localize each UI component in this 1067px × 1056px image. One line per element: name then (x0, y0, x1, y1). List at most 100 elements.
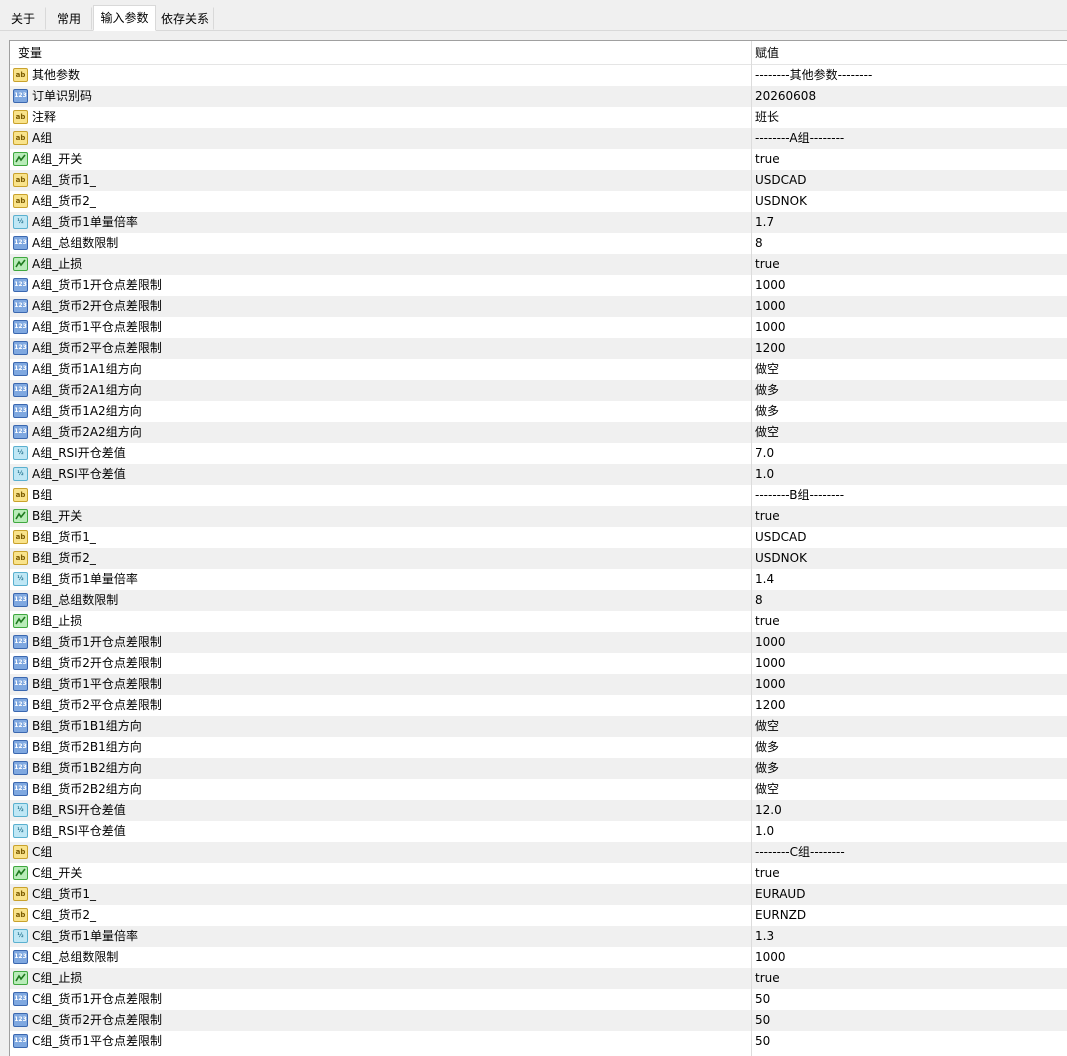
parameter-value[interactable]: USDCAD (755, 527, 806, 548)
parameter-value[interactable]: 1000 (755, 653, 786, 674)
tab-common[interactable]: 常用 (46, 7, 92, 30)
parameter-value[interactable]: 20260608 (755, 86, 816, 107)
parameter-row[interactable]: 123 A组_货币1开仓点差限制 1000 (10, 275, 1067, 296)
parameter-value[interactable]: 做多 (755, 758, 779, 779)
parameter-row[interactable]: 123 B组_货币2B1组方向 做多 (10, 737, 1067, 758)
parameter-row[interactable]: ab C组_货币1_ EURAUD (10, 884, 1067, 905)
parameter-value[interactable]: 1.4 (755, 569, 774, 590)
parameter-row[interactable]: 123 B组_货币1平仓点差限制 1000 (10, 674, 1067, 695)
parameter-row[interactable]: ½ A组_RSI开仓差值 7.0 (10, 443, 1067, 464)
parameter-value[interactable]: 1000 (755, 947, 786, 968)
parameter-row[interactable]: 123 B组_货币2B2组方向 做空 (10, 779, 1067, 800)
parameter-value[interactable]: true (755, 968, 780, 989)
parameter-value[interactable]: --------B组-------- (755, 485, 844, 506)
parameter-value[interactable]: 1000 (755, 275, 786, 296)
parameter-value[interactable]: 做空 (755, 359, 779, 380)
parameter-value[interactable]: 8 (755, 590, 763, 611)
parameter-row[interactable]: ab A组_货币1_ USDCAD (10, 170, 1067, 191)
parameter-row[interactable]: 123 A组_货币2A2组方向 做空 (10, 422, 1067, 443)
parameter-row[interactable]: C组_止损 true (10, 968, 1067, 989)
parameter-value[interactable]: 8 (755, 233, 763, 254)
parameter-value[interactable]: 1.0 (755, 821, 774, 842)
parameter-row[interactable]: ab B组_货币2_ USDNOK (10, 548, 1067, 569)
parameter-value[interactable]: 1000 (755, 296, 786, 317)
parameter-row[interactable]: ½ B组_货币1单量倍率 1.4 (10, 569, 1067, 590)
parameter-row[interactable]: 123 A组_货币2开仓点差限制 1000 (10, 296, 1067, 317)
parameter-row[interactable]: 123 A组_货币1A1组方向 做空 (10, 359, 1067, 380)
parameter-value[interactable]: 班长 (755, 107, 779, 128)
parameter-value[interactable]: 12.0 (755, 800, 782, 821)
parameter-value[interactable]: 1000 (755, 317, 786, 338)
parameter-value[interactable]: 1.0 (755, 464, 774, 485)
parameter-row[interactable]: 123 C组_总组数限制 1000 (10, 947, 1067, 968)
parameter-value[interactable]: USDNOK (755, 191, 807, 212)
parameter-row[interactable]: 123 B组_货币2开仓点差限制 1000 (10, 653, 1067, 674)
tab-inputs[interactable]: 输入参数 (93, 5, 156, 31)
parameter-value[interactable]: 1200 (755, 338, 786, 359)
parameter-row[interactable]: ab 注释 班长 (10, 107, 1067, 128)
parameter-value[interactable]: 1200 (755, 695, 786, 716)
parameter-row[interactable]: ab A组 --------A组-------- (10, 128, 1067, 149)
parameter-row[interactable]: ab B组 --------B组-------- (10, 485, 1067, 506)
parameter-value[interactable]: 50 (755, 1010, 770, 1031)
parameter-value[interactable]: 做空 (755, 422, 779, 443)
parameter-row[interactable]: 123 C组_货币1平仓点差限制 50 (10, 1031, 1067, 1052)
parameter-value[interactable]: EURAUD (755, 884, 805, 905)
parameter-row[interactable]: 123 A组_货币2平仓点差限制 1200 (10, 338, 1067, 359)
parameter-row[interactable]: ½ B组_RSI平仓差值 1.0 (10, 821, 1067, 842)
parameter-row[interactable]: ab A组_货币2_ USDNOK (10, 191, 1067, 212)
parameter-value[interactable]: 做多 (755, 401, 779, 422)
parameter-row[interactable]: 123 A组_货币2A1组方向 做多 (10, 380, 1067, 401)
parameter-value[interactable]: 1.7 (755, 212, 774, 233)
parameter-row[interactable]: 123 B组_货币1B2组方向 做多 (10, 758, 1067, 779)
parameter-value[interactable]: true (755, 863, 780, 884)
parameter-row[interactable]: 123 A组_货币1平仓点差限制 1000 (10, 317, 1067, 338)
parameter-value[interactable]: 1000 (755, 674, 786, 695)
column-header-value[interactable]: 赋值 (755, 41, 779, 65)
column-header-variable[interactable]: 变量 (18, 41, 42, 65)
tab-about[interactable]: 关于 (0, 7, 46, 30)
parameter-value[interactable]: true (755, 611, 780, 632)
parameter-value[interactable]: EURNZD (755, 905, 806, 926)
parameter-value[interactable]: USDNOK (755, 548, 807, 569)
parameter-value[interactable]: --------A组-------- (755, 128, 844, 149)
parameter-value[interactable]: USDCAD (755, 170, 806, 191)
column-divider[interactable] (751, 41, 752, 1056)
parameter-value[interactable]: --------其他参数-------- (755, 65, 872, 86)
parameter-value[interactable]: true (755, 149, 780, 170)
parameter-value[interactable]: 50 (755, 1031, 770, 1052)
parameter-row[interactable]: ab C组_货币2_ EURNZD (10, 905, 1067, 926)
parameter-value[interactable]: --------C组-------- (755, 842, 845, 863)
parameter-row[interactable]: 123 A组_总组数限制 8 (10, 233, 1067, 254)
parameter-value[interactable]: 做多 (755, 380, 779, 401)
parameter-value[interactable]: 1.3 (755, 926, 774, 947)
parameter-row[interactable]: ½ A组_RSI平仓差值 1.0 (10, 464, 1067, 485)
parameter-row[interactable]: A组_开关 true (10, 149, 1067, 170)
parameter-row[interactable]: 123 B组_总组数限制 8 (10, 590, 1067, 611)
parameter-row[interactable]: 123 B组_货币1B1组方向 做空 (10, 716, 1067, 737)
parameter-row[interactable]: ab C组 --------C组-------- (10, 842, 1067, 863)
parameter-value[interactable]: 7.0 (755, 443, 774, 464)
parameter-row[interactable]: ½ C组_货币1单量倍率 1.3 (10, 926, 1067, 947)
parameter-row[interactable]: 123 B组_货币2平仓点差限制 1200 (10, 695, 1067, 716)
tab-dependencies[interactable]: 依存关系 (156, 7, 214, 30)
parameter-value[interactable]: 做多 (755, 737, 779, 758)
parameter-value[interactable]: 1000 (755, 632, 786, 653)
parameter-row[interactable]: ab B组_货币1_ USDCAD (10, 527, 1067, 548)
parameter-row[interactable]: ab 其他参数 --------其他参数-------- (10, 65, 1067, 86)
parameter-value[interactable]: true (755, 506, 780, 527)
parameter-row[interactable]: B组_开关 true (10, 506, 1067, 527)
parameter-row[interactable]: B组_止损 true (10, 611, 1067, 632)
parameter-row[interactable]: A组_止损 true (10, 254, 1067, 275)
parameter-value[interactable]: 做空 (755, 716, 779, 737)
parameter-row[interactable]: ½ A组_货币1单量倍率 1.7 (10, 212, 1067, 233)
parameter-row[interactable]: 123 C组_货币1开仓点差限制 50 (10, 989, 1067, 1010)
parameter-value[interactable]: 做空 (755, 779, 779, 800)
parameter-row[interactable]: 123 C组_货币2开仓点差限制 50 (10, 1010, 1067, 1031)
parameter-value[interactable]: 50 (755, 989, 770, 1010)
parameter-row[interactable]: 123 订单识别码 20260608 (10, 86, 1067, 107)
parameter-value[interactable]: true (755, 254, 780, 275)
parameter-row[interactable]: C组_开关 true (10, 863, 1067, 884)
parameter-row[interactable]: ½ B组_RSI开仓差值 12.0 (10, 800, 1067, 821)
parameter-row[interactable]: 123 B组_货币1开仓点差限制 1000 (10, 632, 1067, 653)
